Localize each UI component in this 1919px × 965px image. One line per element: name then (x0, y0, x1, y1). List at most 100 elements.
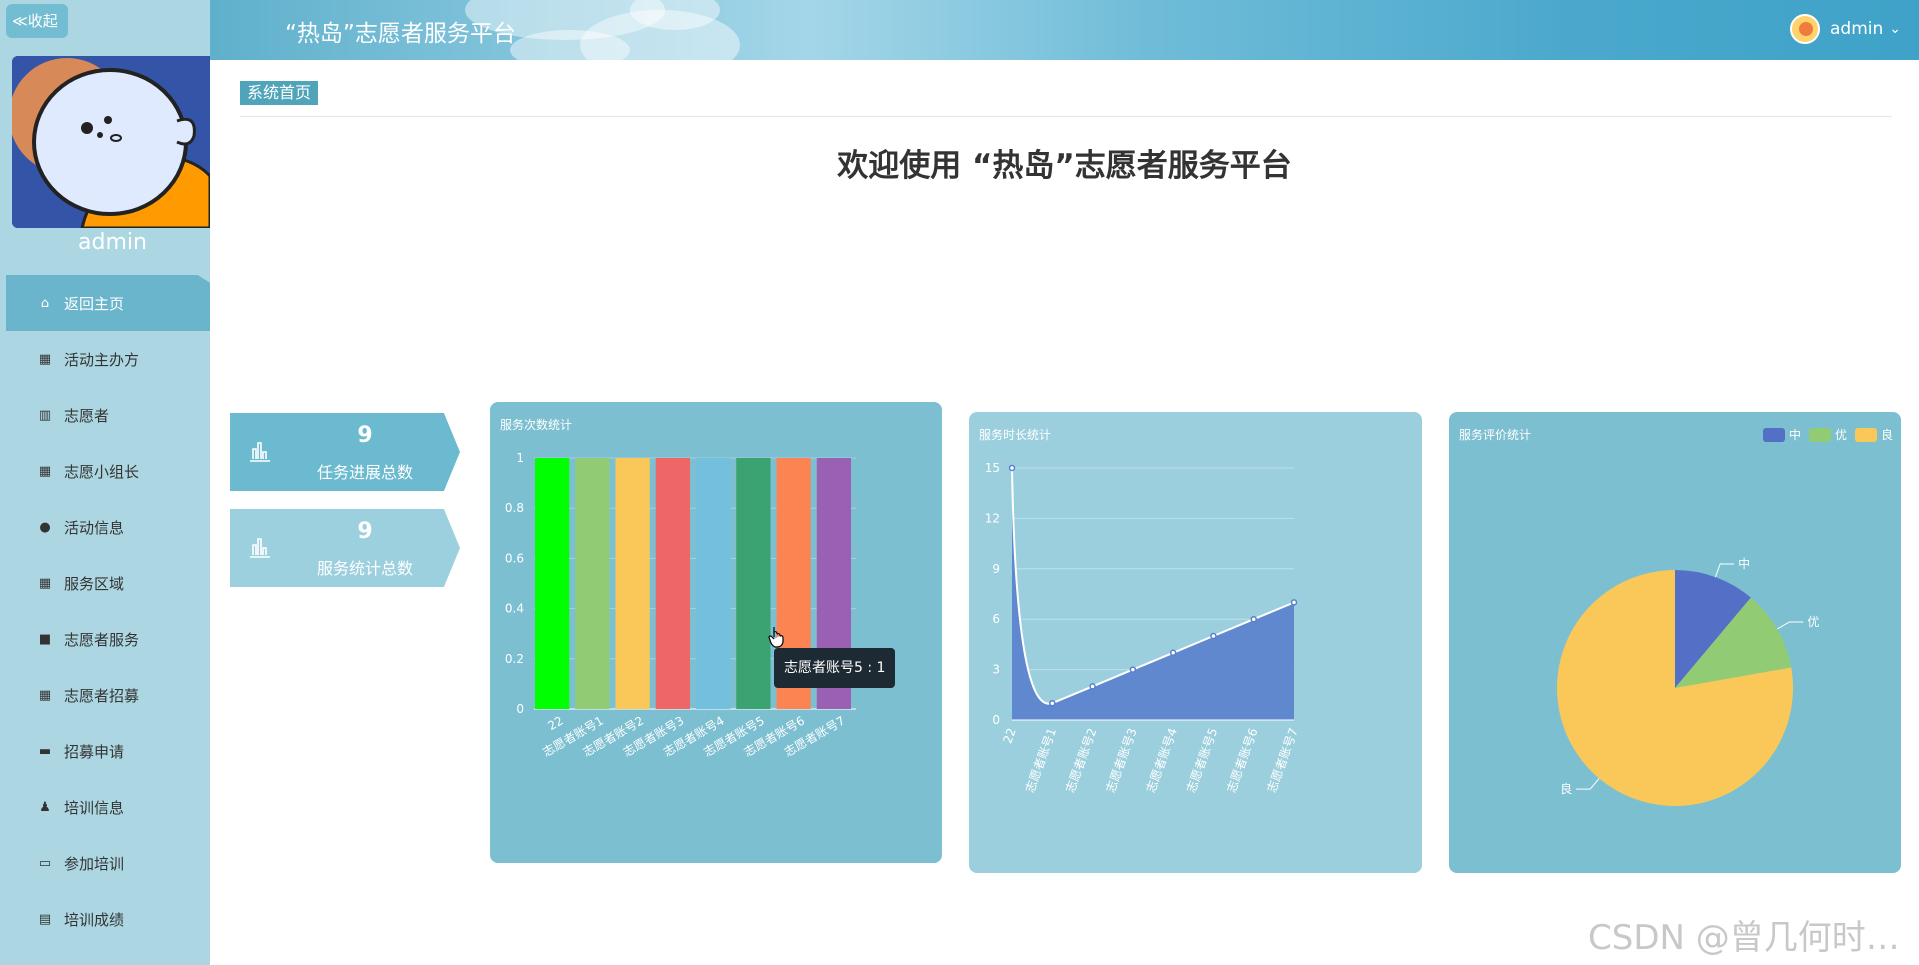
data-point[interactable] (1250, 615, 1257, 623)
bulb-icon: ● (39, 519, 51, 535)
message-icon: ▭ (38, 855, 52, 871)
bar[interactable] (535, 458, 570, 709)
sidebar-item[interactable]: ▥ 志愿者 (6, 387, 210, 443)
sidebar-item-label: 培训成绩 (64, 910, 125, 929)
watermark: CSDN @曾几何时… (1588, 918, 1900, 958)
y-tick-label: 0.8 (505, 501, 524, 515)
chart-panel-service-count: 0 0.2 0.4 0.6 0.8 1 22 志愿者账号1 志愿者账号2 志愿者账号3 志愿者账号4… (490, 402, 942, 863)
y-tick-label: 0 (516, 702, 524, 716)
bar[interactable] (655, 458, 690, 709)
slice-label: 优 (1807, 615, 1819, 629)
chart-legend[interactable]: 中 优良 (1762, 426, 1893, 443)
y-tick-label: 0.4 (505, 602, 524, 616)
top-header: “热岛”志愿者服务平台 admin ⌄ (210, 0, 1919, 60)
sidebar-item[interactable]: ♟ 培训信息 (6, 779, 210, 835)
x-tick-label: 22 (1000, 726, 1018, 745)
x-tick-label: 志愿者账号7 (1265, 726, 1301, 794)
y-tick-label: 6 (992, 612, 1000, 626)
sidebar-item[interactable]: ▦ 服务区域 (6, 555, 210, 611)
sidebar-item-label: 招募申请 (64, 742, 125, 761)
chart-panel-service-rating: 中优良 服务评价统计 中优良 (1449, 412, 1901, 873)
sidebar-item-label: 志愿者招募 (64, 686, 140, 705)
area-fill (1012, 468, 1294, 720)
x-tick-label: 志愿者账号6 (1224, 726, 1260, 794)
sidebar-item[interactable]: ▬ 招募申请 (6, 723, 210, 779)
sidebar-item[interactable]: ▭ 参加培训 (6, 835, 210, 891)
legend-item[interactable]: 优 (1808, 426, 1847, 443)
legend-swatch (1762, 427, 1785, 442)
grid-icon: ▦ (38, 351, 52, 367)
grid-icon: ▦ (38, 575, 52, 591)
sidebar-item[interactable]: ▦ 活动主办方 (6, 331, 210, 387)
bar[interactable] (575, 458, 610, 709)
sidebar-item-label: 志愿者服务 (64, 630, 140, 649)
y-tick-label: 9 (992, 562, 1000, 576)
bar[interactable] (615, 458, 650, 709)
bar[interactable] (736, 458, 771, 709)
y-tick-label: 3 (992, 663, 1000, 677)
y-tick-label: 12 (985, 511, 1000, 525)
user-menu[interactable]: admin ⌄ (1789, 14, 1901, 44)
y-tick-label: 0 (992, 713, 1000, 727)
sidebar-item[interactable]: ▦ 志愿小组长 (6, 443, 210, 499)
stat-card-task-progress: 9 任务进展总数 (230, 413, 460, 491)
data-point[interactable] (1290, 599, 1298, 606)
grid-icon: ▦ (38, 687, 52, 703)
legend-swatch (1854, 427, 1877, 442)
data-point[interactable] (1169, 649, 1177, 657)
chart-title: 服务评价统计 (1459, 428, 1532, 442)
sidebar-menu: ⌂ 返回主页 ▦ 活动主办方 ▥ 志愿者 ▦ 志愿小组长 ● 活动信息 ▦ 服务区域 ■ 志愿者服务 ▦ 志愿… (6, 275, 210, 947)
legend-swatch (1808, 427, 1831, 442)
y-tick-label: 0.2 (505, 652, 524, 666)
data-point[interactable] (1049, 699, 1056, 707)
sidebar-item[interactable]: ▤ 培训成绩 (6, 891, 210, 947)
data-point[interactable] (1210, 632, 1217, 640)
data-point[interactable] (1129, 666, 1137, 673)
y-tick-label: 15 (985, 461, 1000, 475)
label-line (1576, 778, 1600, 790)
x-tick-label: 志愿者账号2 (1063, 726, 1099, 794)
stat-value: 9 (357, 519, 373, 544)
sidebar-item-label: 志愿者 (64, 406, 110, 425)
sidebar-item-label: 参加培训 (64, 854, 125, 873)
sidebar-item-label: 培训信息 (64, 798, 125, 817)
data-point[interactable] (1089, 683, 1096, 690)
breadcrumb[interactable]: 系统首页 (240, 81, 319, 105)
app-root: ≪收起 admin ⌂ 返回主页 ▦ 活动主办方 ▥ 志愿者 ▦ 志愿小组长 ● 活动信息 ▦ 服务区… (0, 0, 1919, 965)
hand-cursor-icon (768, 627, 784, 648)
app-title: “热岛”志愿者服务平台 (285, 21, 516, 47)
legend-item[interactable]: 良 (1854, 426, 1893, 443)
data-point[interactable] (1008, 464, 1016, 472)
stat-label: 服务统计总数 (316, 559, 413, 578)
bar-chart[interactable]: 00.20.40.60.8122志愿者账号1志愿者账号2志愿者账号3志愿者账号4… (490, 402, 942, 863)
x-tick-label: 志愿者账号5 (1184, 726, 1220, 794)
breadcrumb-divider (240, 116, 1892, 117)
chart-tooltip: 志愿者账号5 : 1 (774, 648, 896, 688)
home-icon: ⌂ (40, 295, 50, 311)
pie-chart[interactable]: 中优良 (1449, 412, 1901, 873)
chevron-down-icon: ⌄ (1889, 21, 1901, 37)
legend-item[interactable]: 中 (1762, 426, 1801, 443)
sidebar-item[interactable]: ● 活动信息 (6, 499, 210, 555)
stat-label: 任务进展总数 (316, 463, 413, 482)
grid-icon: ▦ (38, 463, 52, 479)
sidebar-item[interactable]: ⌂ 返回主页 (6, 275, 210, 331)
library-icon: ▥ (38, 407, 52, 423)
bar[interactable] (696, 458, 731, 709)
sidebar-item-label: 返回主页 (64, 294, 125, 313)
clipboard-icon: ▤ (38, 911, 52, 927)
sidebar-item-label: 服务区域 (64, 574, 125, 593)
sidebar-item[interactable]: ■ 志愿者服务 (6, 611, 210, 667)
area-chart[interactable]: 0 3 6 9 12 15 22 志愿者账号1 志愿者账号2 志愿者账号3 志愿者账号4 志愿者账号5… (969, 412, 1422, 873)
collapse-button[interactable]: ≪收起 (6, 4, 68, 38)
sidebar: ≪收起 admin ⌂ 返回主页 ▦ 活动主办方 ▥ 志愿者 ▦ 志愿小组长 ● 活动信息 ▦ 服务区… (0, 0, 210, 965)
bar-chart-icon (250, 442, 270, 462)
x-tick-label: 22 (545, 713, 565, 733)
stat-card-service-stats: 9 服务统计总数 (230, 509, 460, 587)
y-tick-label: 1 (516, 451, 524, 465)
video-icon: ■ (38, 631, 52, 647)
user-icon: ♟ (39, 799, 51, 815)
legend-label: 优 (1834, 428, 1847, 442)
sidebar-item[interactable]: ▦ 志愿者招募 (6, 667, 210, 723)
briefcase-icon: ▬ (38, 743, 52, 759)
